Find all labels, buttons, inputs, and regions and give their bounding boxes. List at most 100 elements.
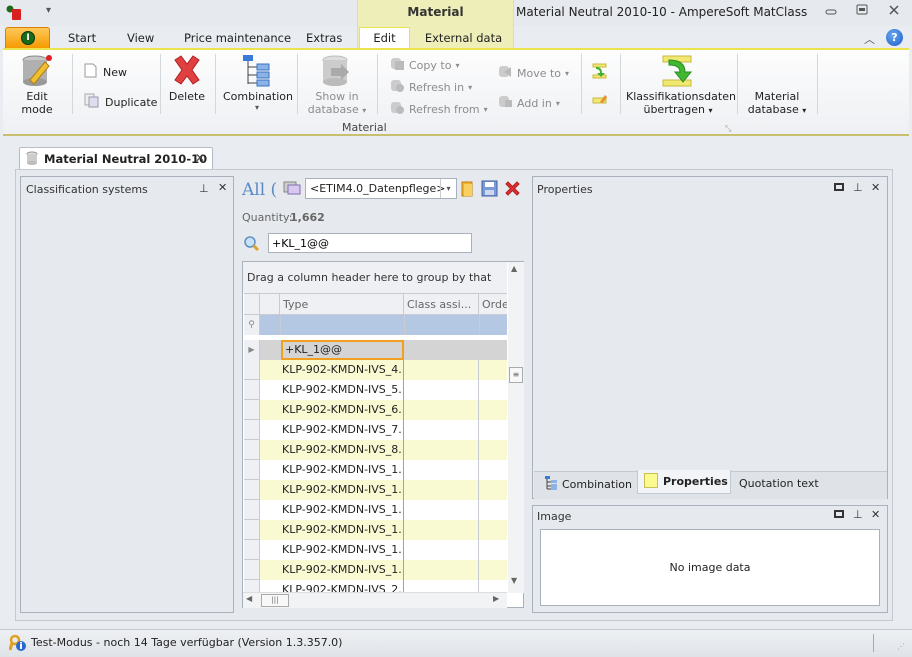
delete-view-button[interactable] [504,180,521,200]
table-row[interactable]: KLP-902-KMDN-IVS_1... [244,460,507,480]
group-by-panel[interactable]: Drag a column header here to group by th… [243,262,507,315]
view-layout-icon[interactable] [283,181,301,198]
order-cell[interactable] [479,480,507,500]
tab-external-data[interactable]: External data [415,27,512,48]
scroll-down-icon[interactable]: ▼ [511,576,517,585]
type-cell[interactable]: KLP-902-KMDN-IVS_2... [280,580,404,592]
clear-small-button[interactable] [592,93,608,110]
table-row[interactable]: KLP-902-KMDN-IVS_5... [244,380,507,400]
filter-row[interactable]: ⚲ [244,315,507,335]
app-menu-button[interactable]: I [5,27,50,48]
table-row[interactable]: KLP-902-KMDN-IVS_1... [244,520,507,540]
close-panel-icon[interactable]: ✕ [871,181,880,194]
horizontal-scrollbar[interactable]: ◀ ||| ▶ [243,592,507,608]
order-cell[interactable] [479,580,507,592]
show-in-database-button[interactable]: Show in database ▾ [304,54,370,116]
class-assignment-cell[interactable] [404,420,479,440]
table-row[interactable]: KLP-902-KMDN-IVS_1... [244,500,507,520]
tab-quotation-text[interactable]: Quotation text [739,477,819,490]
type-cell[interactable]: KLP-902-KMDN-IVS_1... [280,540,404,560]
table-row[interactable]: KLP-902-KMDN-IVS_6... [244,400,507,420]
tab-properties[interactable]: Properties [637,470,731,494]
table-row[interactable]: KLP-902-KMDN-IVS_1... [244,540,507,560]
refresh-from-button[interactable]: Refresh from ▾ [390,100,488,118]
open-view-button[interactable] [459,180,476,200]
scroll-thumb[interactable]: ≡ [509,367,523,383]
order-cell[interactable] [479,360,507,380]
close-window-button[interactable] [884,4,904,20]
order-cell[interactable] [479,520,507,540]
scroll-left-icon[interactable]: ◀ [246,594,252,603]
type-cell[interactable]: KLP-902-KMDN-IVS_1... [280,460,404,480]
klassifikationsdaten-button[interactable]: Klassifikationsdaten übertragen ▾ [626,54,736,116]
class-assignment-cell[interactable] [404,520,479,540]
type-cell[interactable]: KLP-902-KMDN-IVS_1... [280,480,404,500]
help-icon[interactable]: ? [886,29,903,46]
material-database-button[interactable]: Material database ▾ [742,90,812,116]
type-cell[interactable]: KLP-902-KMDN-IVS_1... [280,560,404,580]
type-cell[interactable]: KLP-902-KMDN-IVS_4... [280,360,404,380]
table-row[interactable]: KLP-902-KMDN-IVS_4... [244,360,507,380]
combination-button[interactable]: Combination ▾ [223,54,293,112]
quick-access-dropdown-icon[interactable]: ▾ [46,5,51,16]
table-row[interactable]: KLP-902-KMDN-IVS_7... [244,420,507,440]
close-tab-icon[interactable]: ✕ [195,151,205,165]
column-header-class-assignment[interactable]: Class assi... [404,294,479,315]
type-cell[interactable]: KLP-902-KMDN-IVS_1... [280,520,404,540]
class-assignment-cell[interactable] [404,500,479,520]
type-cell[interactable]: KLP-902-KMDN-IVS_1... [280,500,404,520]
move-to-button[interactable]: Move to ▾ [498,64,569,82]
scroll-right-icon[interactable]: ▶ [493,594,499,603]
class-assignment-cell[interactable] [404,580,479,592]
tab-extras[interactable]: Extras [306,31,342,45]
table-row[interactable]: KLP-902-KMDN-IVS_2... [244,580,507,592]
order-cell[interactable] [479,400,507,420]
search-input[interactable] [268,233,472,253]
maximize-button[interactable] [852,4,872,20]
column-header-type[interactable]: Type [280,294,404,315]
refresh-in-button[interactable]: Refresh in ▾ [390,78,472,96]
table-row[interactable]: KLP-902-KMDN-IVS_1... [244,480,507,500]
edit-mode-button[interactable]: Edit mode [10,54,64,116]
tab-start[interactable]: Start [68,31,96,45]
save-view-button[interactable] [481,180,498,200]
resize-grip-icon[interactable]: ⋰ [897,642,905,651]
type-cell[interactable]: KLP-902-KMDN-IVS_5... [280,380,404,400]
add-in-button[interactable]: Add in ▾ [498,94,560,112]
pin-icon[interactable]: ⊥ [853,181,863,194]
table-row-selected[interactable]: ▶ +KL_1@@ [244,340,507,360]
close-panel-icon[interactable]: ✕ [871,508,880,521]
vertical-scrollbar[interactable]: ▲ ≡ ▼ [508,262,524,593]
tab-view[interactable]: View [127,31,154,45]
tab-combination[interactable]: Combination [544,476,632,493]
table-row[interactable]: KLP-902-KMDN-IVS_1... [244,560,507,580]
delete-button[interactable]: Delete [166,54,208,103]
maximize-panel-icon[interactable] [834,509,844,522]
tab-edit[interactable]: Edit [359,27,410,49]
class-assignment-cell[interactable] [404,560,479,580]
order-cell[interactable] [479,500,507,520]
column-header-order[interactable]: Orde [479,294,507,315]
collapse-ribbon-icon[interactable]: ︿ [864,31,875,47]
order-cell[interactable] [479,440,507,460]
order-cell[interactable] [479,420,507,440]
order-cell[interactable] [479,460,507,480]
pin-icon[interactable]: ⊥ [853,508,863,521]
view-select[interactable]: <ETIM4.0_Datenpflege> ▾ [305,178,457,199]
order-cell[interactable] [479,560,507,580]
selected-cell[interactable]: +KL_1@@ [281,340,404,360]
document-tab[interactable]: Material Neutral 2010-10 ✕ [19,147,213,169]
scroll-thumb[interactable]: ||| [261,594,289,607]
class-assignment-cell[interactable] [404,480,479,500]
type-cell[interactable]: KLP-902-KMDN-IVS_7... [280,420,404,440]
table-row[interactable]: KLP-902-KMDN-IVS_8... [244,440,507,460]
class-assignment-cell[interactable] [404,540,479,560]
type-cell[interactable]: KLP-902-KMDN-IVS_8... [280,440,404,460]
class-assignment-cell[interactable] [404,440,479,460]
new-button[interactable]: New [84,63,127,81]
class-assignment-cell[interactable] [404,360,479,380]
close-panel-icon[interactable]: ✕ [218,181,227,194]
transfer-small-button[interactable] [592,63,608,82]
duplicate-button[interactable]: Duplicate [84,93,157,111]
pin-icon[interactable]: ⊥ [199,182,209,195]
